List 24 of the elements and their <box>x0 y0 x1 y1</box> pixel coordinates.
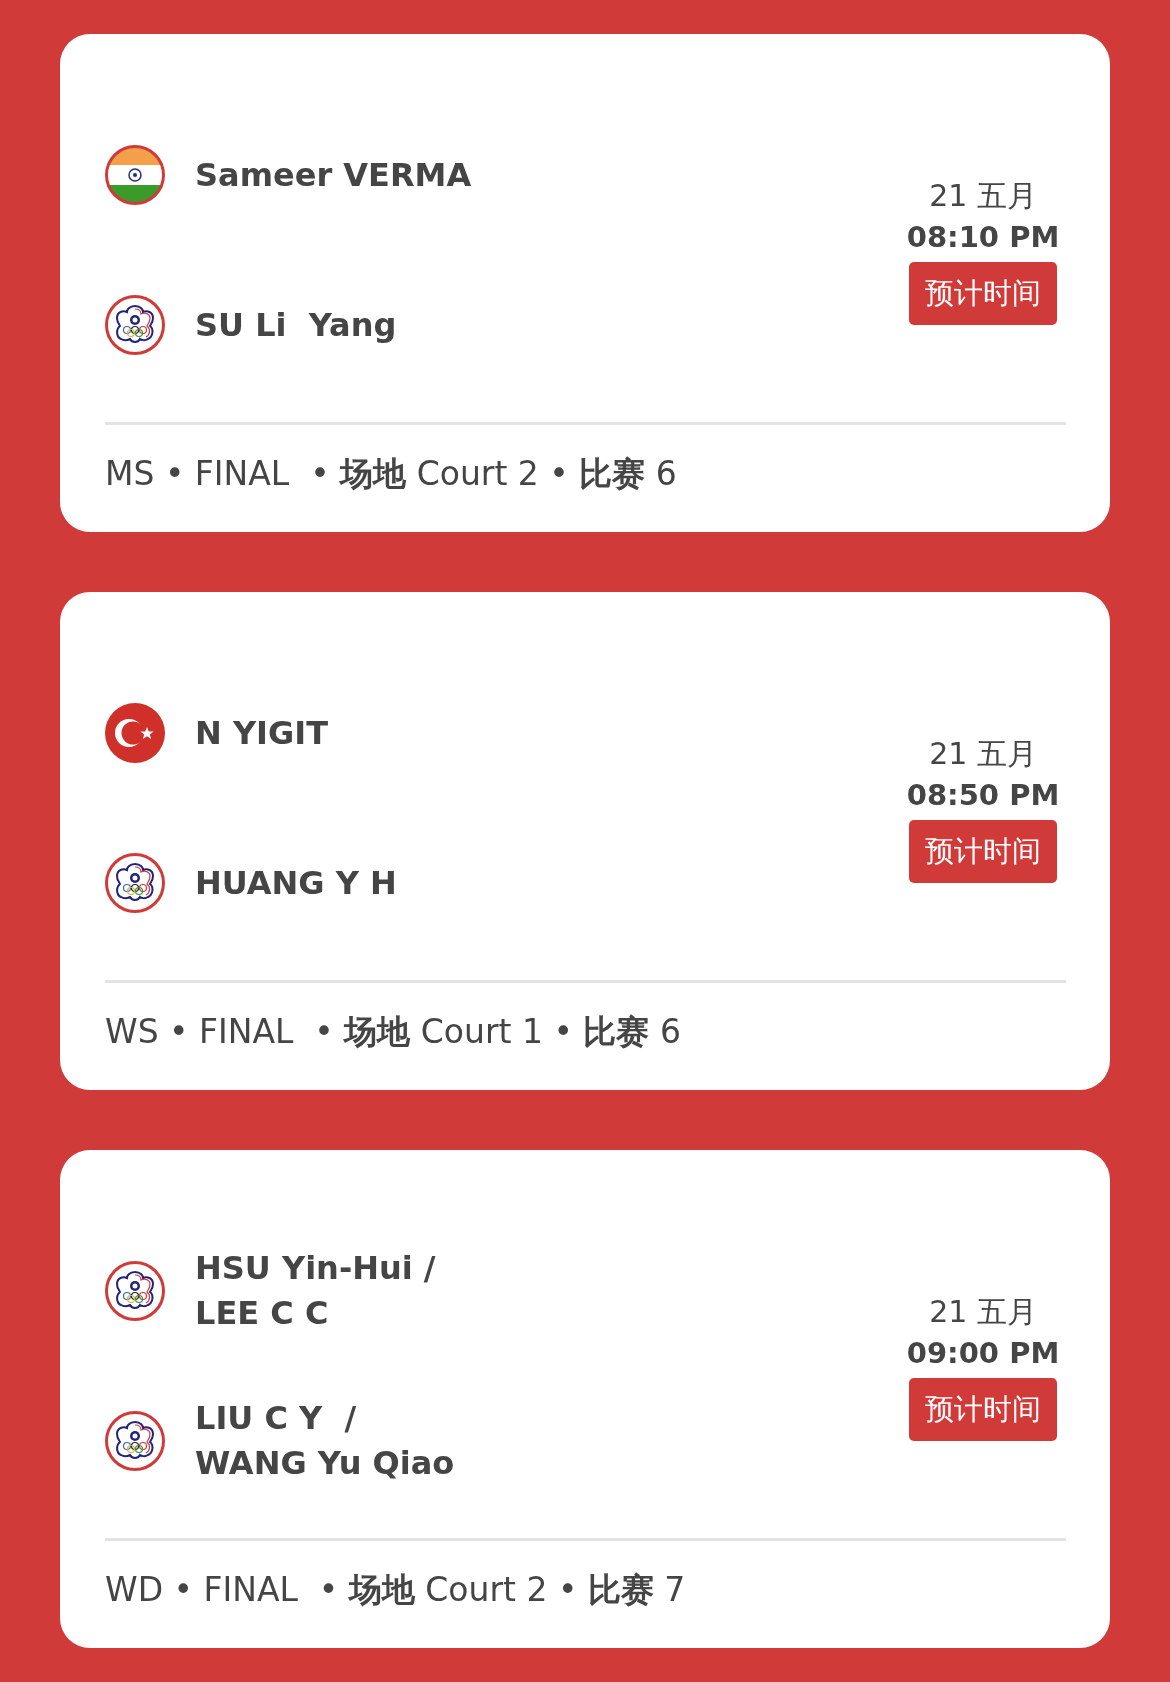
player-name: LIU C Y / WANG Yu Qiao <box>195 1398 455 1484</box>
player-name: SU Li Yang <box>195 304 397 346</box>
estimated-time-button[interactable]: 预计时间 <box>909 261 1057 326</box>
estimated-time-button[interactable]: 预计时间 <box>909 819 1057 884</box>
match-date: 21 五月 <box>929 1292 1037 1331</box>
match-date: 21 五月 <box>929 734 1037 773</box>
flag-icon <box>105 295 165 355</box>
match-time: 08:50 PM <box>906 776 1060 814</box>
match-info: WS • FINAL • 场地 Court 1 • 比赛 6 <box>105 1011 682 1053</box>
player-name: HSU Yin-Hui / LEE C C <box>195 1248 436 1334</box>
player-name: N YIGIT <box>195 712 328 754</box>
flag-icon <box>105 145 165 205</box>
match-info: WD • FINAL • 场地 Court 2 • 比赛 7 <box>105 1569 687 1611</box>
flag-icon <box>105 703 165 763</box>
player-name: Sameer VERMA <box>195 154 472 196</box>
flag-icon <box>105 1411 165 1471</box>
player-name: HUANG Y H <box>195 862 397 904</box>
flag-icon <box>105 853 165 913</box>
flag-icon <box>105 1261 165 1321</box>
estimated-time-button[interactable]: 预计时间 <box>909 1377 1057 1442</box>
match-time: 08:10 PM <box>906 218 1060 256</box>
match-date: 21 五月 <box>929 176 1037 215</box>
match-time: 09:00 PM <box>906 1334 1060 1372</box>
match-info: MS • FINAL • 场地 Court 2 • 比赛 6 <box>105 453 678 495</box>
